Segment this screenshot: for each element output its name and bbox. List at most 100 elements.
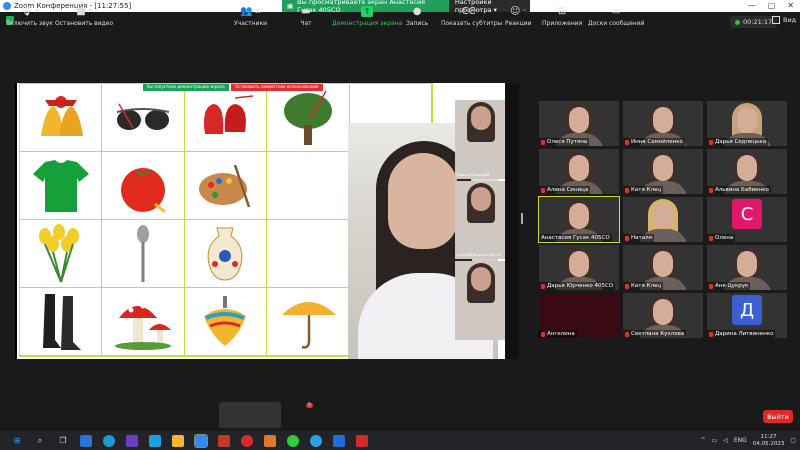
participant-tile[interactable]: Олеся Путяна (539, 101, 619, 146)
mittens-icon (204, 94, 254, 134)
shared-screen[interactable]: Вы запустили демонстрацию экрана Останов… (15, 83, 519, 359)
view-button[interactable]: Вид (772, 16, 796, 24)
muted-mic-icon (541, 283, 545, 289)
chat-icon: ▬ (301, 6, 311, 17)
tulips-icon (38, 223, 79, 282)
muted-mic-icon (625, 331, 629, 337)
umbrella-icon (281, 301, 336, 349)
chat-unread-badge: 5 (306, 403, 313, 408)
participant-name: Светлана Кухлова (623, 330, 687, 338)
network-icon[interactable]: ▭ (712, 437, 718, 444)
maximize-button[interactable]: ▢ (768, 1, 776, 10)
participant-name: Дарья Седлецька (707, 138, 769, 146)
skype-icon[interactable] (149, 434, 161, 447)
share-screen-icon: ↑ (361, 6, 374, 17)
record-button[interactable]: ● Запись (406, 6, 428, 27)
share-screen-button[interactable]: ↑ Демонстрация экрана (332, 6, 402, 27)
presenter-stop-share: Остановить совместное использование (230, 84, 323, 91)
participant-tile[interactable]: Катя Клец (623, 245, 703, 290)
participant-tile[interactable]: Альвина Бабиенко (707, 149, 787, 194)
pdf-reader-icon[interactable] (356, 434, 368, 447)
system-tray: ^ ▭ ◁ ENG 11:27 04.05.2023 ▢ (701, 431, 796, 450)
participant-name: Альвина Бабиенко (707, 186, 771, 194)
whatsapp-icon[interactable] (287, 434, 299, 447)
video-camera-icon: ■ ^ (76, 6, 92, 17)
mushrooms-icon (115, 303, 172, 350)
mini-video: Анна Матвиенко 405 СО (455, 180, 507, 260)
window-controls: — ▢ ✕ (748, 1, 794, 10)
participant-tile[interactable]: Аня Цукрук (707, 245, 787, 290)
tray-chevron-icon[interactable]: ^ (701, 437, 706, 444)
participant-tile[interactable]: Катя Клец (623, 149, 703, 194)
boots-icon (42, 293, 81, 350)
apps-button[interactable]: ⊞ Приложения (542, 6, 582, 27)
apps-icon: ⊞ (557, 6, 567, 17)
participant-tile[interactable]: Наталя (623, 197, 703, 242)
muted-mic-icon (709, 283, 713, 289)
picture-mittens (184, 84, 268, 152)
close-window-button[interactable]: ✕ (787, 1, 794, 10)
participant-tile[interactable]: Ангелина (539, 293, 619, 338)
volume-icon[interactable]: ◁ (723, 437, 728, 444)
zoom-taskbar-icon[interactable] (194, 433, 208, 448)
muted-mic-icon (625, 139, 629, 145)
stop-video-button[interactable]: ■ ^ Остановить видео (55, 6, 113, 27)
muted-mic-icon (709, 331, 713, 337)
muted-mic-icon (709, 235, 713, 241)
tree-icon (283, 90, 332, 145)
leave-meeting-button[interactable]: Выйти (763, 410, 793, 423)
muted-microphone-icon: 🎙 ^ (20, 6, 39, 17)
spoon-icon (137, 224, 150, 282)
opera-icon[interactable] (241, 434, 253, 447)
file-explorer-icon[interactable] (172, 434, 184, 447)
tomato-icon (121, 167, 167, 213)
app-icon[interactable] (218, 434, 230, 447)
grid-view-icon (772, 16, 780, 24)
search-icon[interactable]: ⌕ (34, 435, 46, 447)
participant-tile[interactable]: Инна Самойленко (623, 101, 703, 146)
picture-tshirt (20, 152, 103, 220)
participant-tile[interactable]: Д Дарина Литвиненко (707, 293, 787, 338)
reactions-icon: ☺ ^ (509, 6, 527, 17)
participants-highlight (219, 402, 281, 428)
panel-resize-handle[interactable] (521, 213, 523, 224)
picture-vase (184, 220, 268, 288)
participant-name: Олеся Путяна (539, 138, 590, 146)
chat-button[interactable]: ▬ Чат (300, 6, 312, 27)
clock-time: 11:27 (760, 433, 777, 440)
telegram-icon[interactable] (310, 434, 322, 447)
language-indicator[interactable]: ENG (734, 437, 747, 444)
sunglasses-icon (116, 103, 170, 130)
avatar: Д (732, 295, 762, 325)
muted-mic-icon (709, 139, 713, 145)
participant-tile[interactable]: Дарья Юрченко 405СО (539, 245, 619, 290)
unmute-button[interactable]: 🎙 ^ Включить звук (6, 6, 53, 27)
participant-tile-active-speaker[interactable]: Анастасия Гусак 405СО (538, 196, 620, 243)
word-icon[interactable] (333, 434, 345, 447)
vase-icon (208, 227, 243, 281)
edge-browser-icon[interactable] (103, 434, 115, 447)
participant-tile[interactable]: С Олена (707, 197, 787, 242)
teams-icon[interactable] (126, 434, 138, 447)
participant-tile[interactable]: Алина Синица (539, 149, 619, 194)
participant-tile[interactable]: Светлана Кухлова (623, 293, 703, 338)
participant-name: Дарина Литвиненко (707, 330, 776, 338)
tshirt-icon (32, 159, 89, 212)
muted-mic-icon (541, 139, 545, 145)
picture-empty-2 (267, 152, 350, 220)
minimize-button[interactable]: — (748, 1, 756, 10)
muted-mic-icon (541, 331, 545, 337)
system-clock[interactable]: 11:27 04.05.2023 (753, 434, 785, 448)
whiteboards-button[interactable]: ▭ Доски сообщений (588, 6, 645, 27)
notifications-icon[interactable]: ▢ (790, 437, 796, 444)
reactions-button[interactable]: ☺ ^ Реакции (505, 6, 532, 27)
captions-button[interactable]: CC ^ Показать субтитры (441, 6, 502, 27)
participant-name: Инна Самойленко (623, 138, 685, 146)
participant-name: Анастасия Гусак 405СО (539, 234, 612, 242)
participants-button[interactable]: 👥 15 Участники (234, 6, 267, 27)
mail-icon[interactable] (80, 434, 92, 447)
participant-tile[interactable]: Дарья Седлецька (707, 101, 787, 146)
task-view-icon[interactable]: ❐ (57, 435, 69, 447)
windows-start-icon[interactable]: ⊞ (11, 435, 23, 447)
app-icon[interactable] (264, 434, 276, 447)
